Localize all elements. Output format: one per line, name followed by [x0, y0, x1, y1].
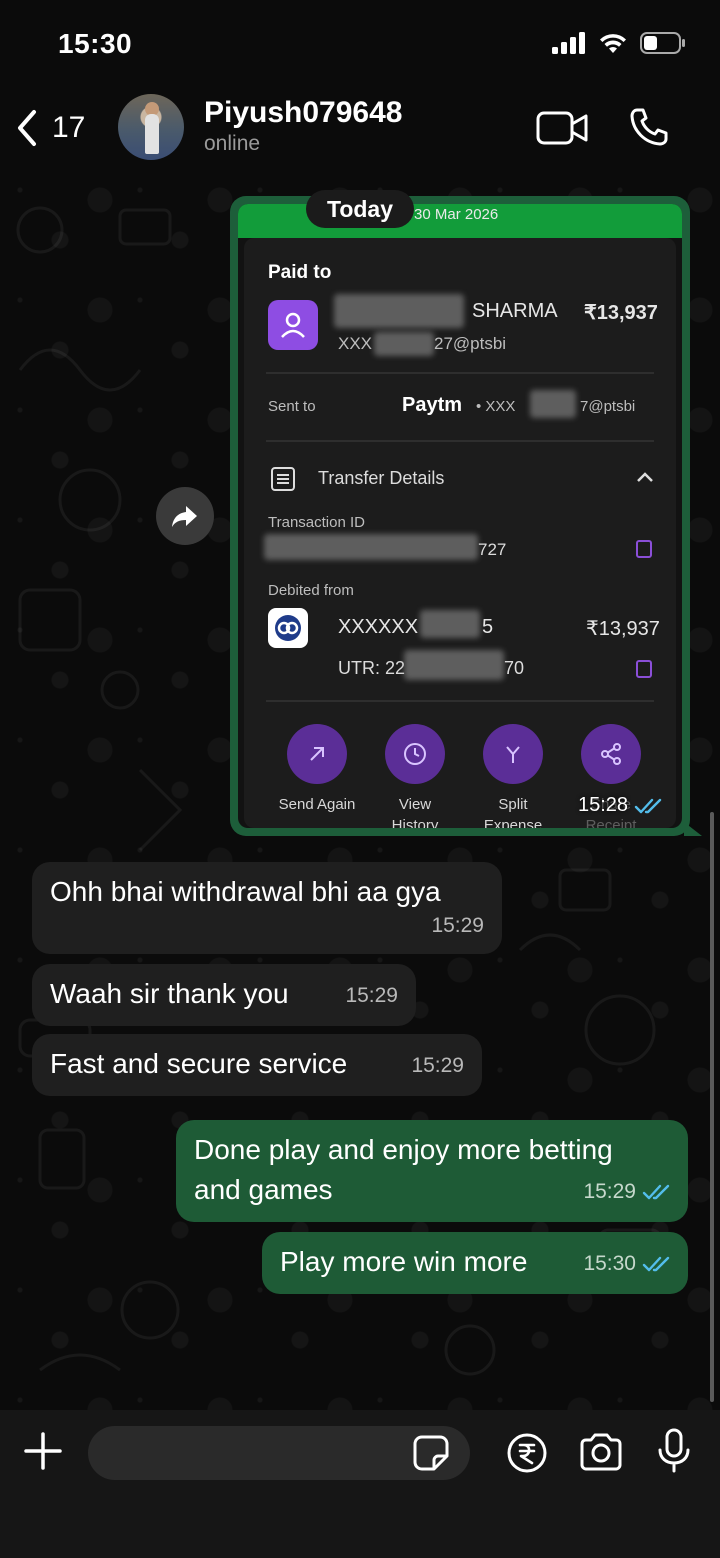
- message-text: Ohh bhai withdrawal bhi aa gya: [50, 876, 441, 907]
- sticker-icon: [413, 1435, 449, 1471]
- read-receipt-icon: [642, 1184, 670, 1200]
- payee-upi-prefix: XXX: [338, 334, 373, 353]
- avatar[interactable]: [118, 94, 184, 160]
- phone-icon: [630, 108, 668, 146]
- clock-icon: [404, 743, 426, 765]
- sent-to-suffix: 7@ptsbi: [580, 398, 636, 415]
- sticker-button[interactable]: [412, 1434, 450, 1477]
- outgoing-message[interactable]: Play more win more 15:30: [262, 1232, 688, 1294]
- account-number-suffix: 5: [482, 616, 494, 638]
- transaction-id-suffix: 727: [478, 540, 507, 559]
- message-time-group: 15:29: [583, 1172, 672, 1212]
- payee-avatar-icon: [268, 300, 318, 350]
- incoming-message[interactable]: Waah sir thank you 15:29: [32, 964, 416, 1026]
- message-text: Fast and secure service: [50, 1048, 348, 1079]
- payment-button[interactable]: [506, 1432, 548, 1479]
- receipt-date: 30 Mar 2026: [414, 206, 499, 223]
- read-receipt-icon: [642, 1256, 670, 1272]
- status-icons: [552, 32, 686, 54]
- date-separator: Today: [306, 190, 414, 228]
- transfer-details-label: Transfer Details: [318, 468, 445, 488]
- message-text-line2: and games: [194, 1174, 333, 1205]
- status-bar: 15:30: [0, 0, 720, 90]
- camera-icon: [580, 1433, 622, 1471]
- message-time: 15:30: [583, 1252, 636, 1275]
- chevron-left-icon: [18, 110, 36, 146]
- utr-suffix: 70: [504, 658, 525, 678]
- split-expense-button[interactable]: Split Expense: [468, 724, 558, 828]
- contact-status: online: [204, 132, 261, 155]
- debited-from-label: Debited from: [268, 582, 354, 599]
- send-again-label: Send Again: [278, 796, 356, 813]
- image-message[interactable]: 30 Mar 2026 Paid to SHARMA ₹13,937 XXX 2…: [230, 196, 702, 836]
- sent-to-label: Sent to: [268, 398, 316, 415]
- chevron-up-icon[interactable]: [636, 470, 654, 484]
- view-history-button[interactable]: View History: [370, 724, 460, 828]
- arrow-up-right-icon: [310, 747, 324, 761]
- view-history-label: View History: [391, 796, 439, 828]
- split-icon: [506, 746, 520, 763]
- incoming-message[interactable]: Fast and secure service 15:29: [32, 1034, 482, 1096]
- account-number-prefix: XXXXXX: [338, 616, 419, 638]
- split-expense-label: Split Expense: [483, 796, 543, 828]
- message-time: 15:29: [345, 984, 398, 1007]
- contact-name[interactable]: Piyush079648: [204, 96, 402, 130]
- receipt-card: Paid to SHARMA ₹13,937 XXX 27@ptsbi Sent…: [244, 238, 676, 828]
- image-message-time: 15:28: [578, 794, 664, 817]
- voice-message-button[interactable]: [656, 1428, 692, 1479]
- video-call-button[interactable]: [536, 110, 590, 151]
- outgoing-message[interactable]: Done play and enjoy more betting and gam…: [176, 1120, 688, 1222]
- receipt-top-banner: 30 Mar 2026: [238, 204, 682, 238]
- payee-name: SHARMA: [472, 300, 558, 322]
- transaction-id-label: Transaction ID: [268, 514, 365, 531]
- back-button[interactable]: 17: [14, 100, 85, 156]
- message-time: 15:29: [411, 1054, 464, 1077]
- payment-receipt-image: 30 Mar 2026 Paid to SHARMA ₹13,937 XXX 2…: [238, 204, 682, 828]
- message-time-group: 15:30: [583, 1244, 672, 1284]
- copy-icon[interactable]: [636, 540, 652, 558]
- paid-amount: ₹13,937: [584, 302, 658, 324]
- paid-to-label: Paid to: [268, 262, 332, 283]
- read-receipt-icon: [634, 798, 662, 813]
- microphone-icon: [658, 1428, 690, 1473]
- chat-header: 17 Piyush079648 online: [0, 90, 720, 170]
- message-time: 15:29: [431, 914, 484, 937]
- payee-upi-suffix: 27@ptsbi: [434, 334, 507, 353]
- battery-icon: [640, 32, 685, 54]
- list-icon: [271, 467, 295, 491]
- incoming-message[interactable]: Ohh bhai withdrawal bhi aa gya 15:29: [32, 862, 502, 954]
- cellular-signal-icon: [552, 32, 585, 54]
- unread-count: 17: [52, 111, 86, 144]
- video-camera-icon: [536, 111, 588, 145]
- plus-icon: [24, 1432, 62, 1470]
- scrollbar[interactable]: [710, 812, 714, 1402]
- divider: [266, 440, 654, 442]
- bank-logo-icon: [268, 608, 308, 648]
- divider: [266, 700, 654, 702]
- sent-to-prefix: • XXX: [476, 398, 516, 415]
- forward-button[interactable]: [156, 487, 214, 545]
- send-again-button[interactable]: Send Again: [272, 724, 362, 815]
- voice-call-button[interactable]: [628, 106, 670, 153]
- utr-prefix: UTR: 22: [338, 658, 406, 678]
- forward-arrow-icon: [172, 506, 197, 527]
- attach-button[interactable]: [22, 1430, 64, 1477]
- sent-to-brand: Paytm: [402, 394, 463, 416]
- message-text-line1: Done play and enjoy more betting: [194, 1134, 613, 1165]
- status-time: 15:30: [58, 28, 133, 59]
- rupee-icon: [507, 1433, 547, 1473]
- divider: [266, 372, 654, 374]
- message-composer: [0, 1410, 720, 1558]
- debited-amount: ₹13,937: [586, 618, 660, 640]
- copy-icon[interactable]: [636, 660, 652, 678]
- message-text: Waah sir thank you: [50, 978, 289, 1009]
- message-time: 15:29: [583, 1180, 636, 1203]
- share-icon: [601, 743, 621, 765]
- message-time: 15:28: [578, 794, 629, 816]
- message-text: Play more win more: [280, 1246, 528, 1277]
- wifi-icon: [600, 34, 626, 53]
- camera-button[interactable]: [578, 1432, 624, 1477]
